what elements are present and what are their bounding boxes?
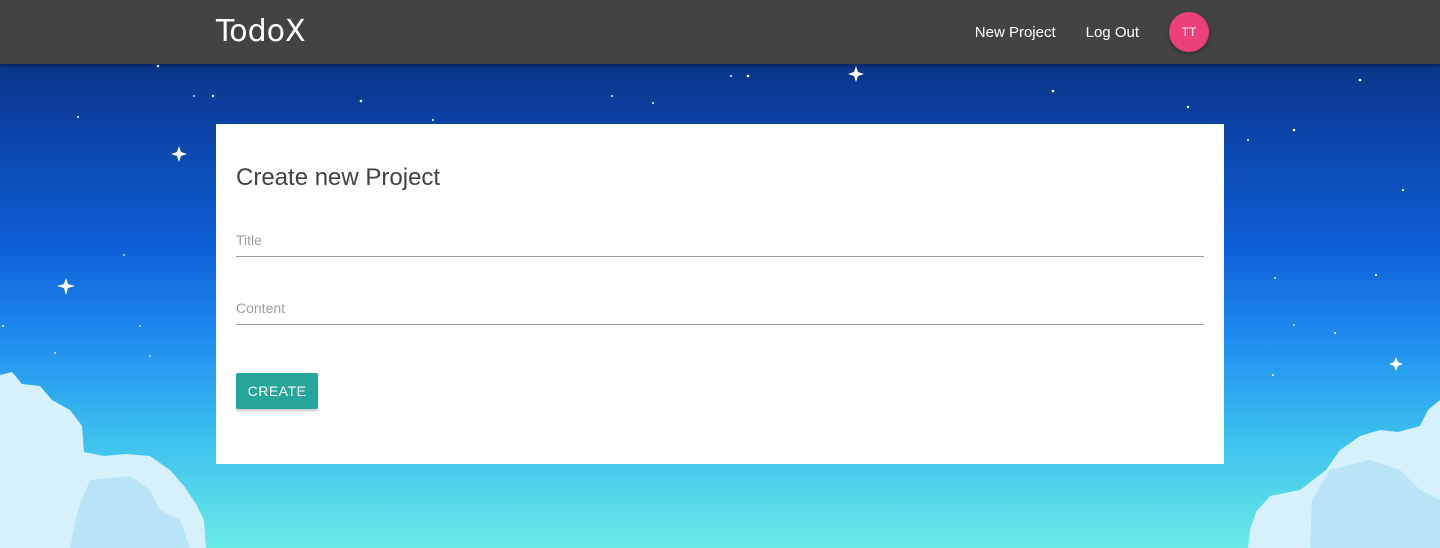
content-field	[236, 285, 1204, 325]
nav-new-project-link[interactable]: New Project	[975, 24, 1056, 41]
title-input[interactable]	[236, 217, 1204, 257]
user-avatar[interactable]: TT	[1169, 12, 1209, 52]
top-navbar: TodoX New Project Log Out TT	[0, 0, 1440, 64]
nav-log-out-link[interactable]: Log Out	[1086, 24, 1139, 41]
nav-links: New Project Log Out TT	[945, 0, 1209, 64]
brand-logo[interactable]: TodoX	[216, 14, 306, 49]
create-button[interactable]: CREATE	[236, 373, 318, 409]
title-field	[236, 217, 1204, 257]
create-project-form: Create new Project CREATE	[216, 124, 1224, 464]
content-input[interactable]	[236, 285, 1204, 325]
form-heading: Create new Project	[236, 164, 441, 191]
